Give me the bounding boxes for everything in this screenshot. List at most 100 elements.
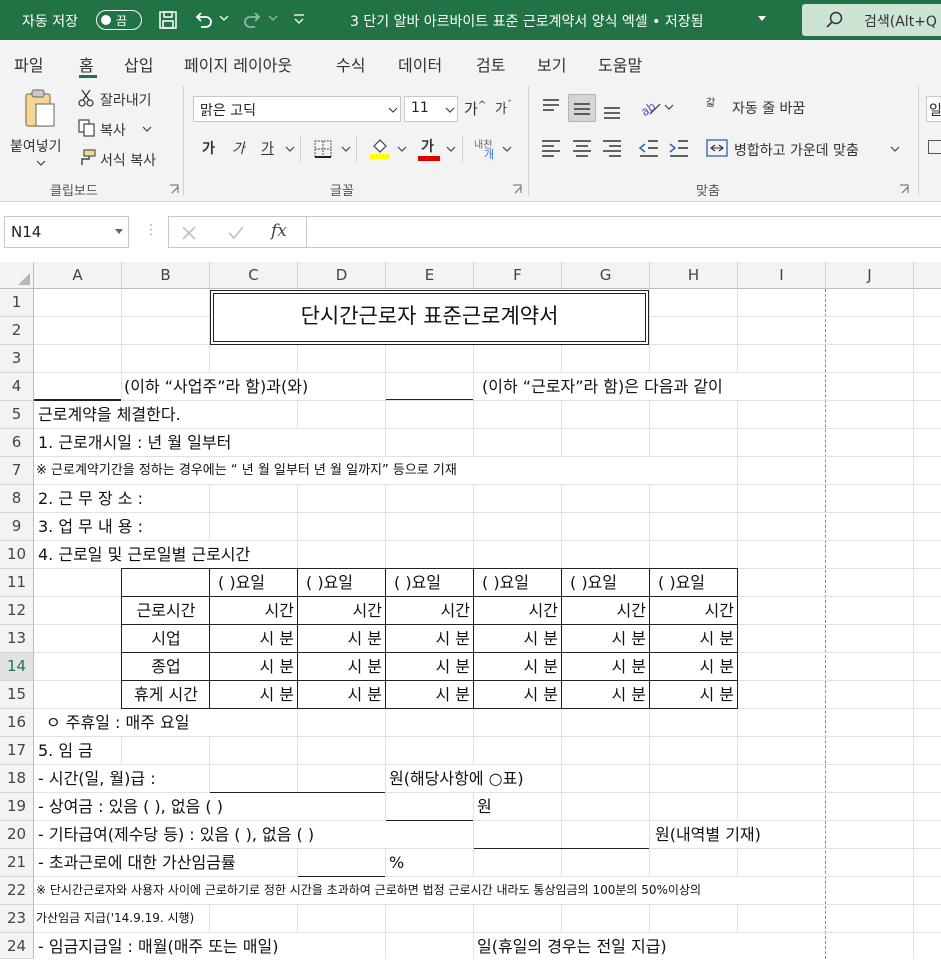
- column-header-k[interactable]: [914, 262, 941, 289]
- borders-dropdown-icon[interactable]: [341, 146, 351, 154]
- column-header-a[interactable]: A: [34, 262, 122, 289]
- redo-icon[interactable]: [242, 9, 264, 31]
- tab-data[interactable]: 데이터: [398, 52, 442, 76]
- tab-help[interactable]: 도움말: [598, 52, 642, 76]
- select-all-corner[interactable]: [0, 262, 34, 289]
- column-header-j[interactable]: J: [826, 262, 914, 289]
- orientation-icon[interactable]: ab: [638, 96, 664, 118]
- number-format-select[interactable]: 일: [926, 96, 941, 122]
- formula-input[interactable]: [306, 216, 941, 248]
- tab-file[interactable]: 파일: [14, 52, 43, 76]
- customize-toolbar-icon[interactable]: [292, 12, 306, 26]
- tab-home[interactable]: 홈: [79, 52, 94, 76]
- table-border: [737, 568, 738, 709]
- row-header-9[interactable]: 9: [0, 513, 34, 541]
- row-header-13[interactable]: 13: [0, 625, 34, 653]
- row-header-20[interactable]: 20: [0, 821, 34, 849]
- row-header-12[interactable]: 12: [0, 597, 34, 625]
- row-header-19[interactable]: 19: [0, 793, 34, 821]
- copy-button[interactable]: 복사: [76, 118, 176, 140]
- row-header-11[interactable]: 11: [0, 569, 34, 597]
- autosave-toggle[interactable]: 끔: [96, 10, 142, 30]
- font-color-dropdown-icon[interactable]: [446, 146, 456, 154]
- row-header-3[interactable]: 3: [0, 345, 34, 373]
- payday-line: - 임금지급일 : 매월(매주 또는 매일): [38, 937, 279, 956]
- increase-indent-icon[interactable]: [668, 138, 690, 158]
- row-header-6[interactable]: 6: [0, 429, 34, 457]
- align-launcher-icon[interactable]: [899, 184, 909, 194]
- tab-formulas[interactable]: 수식: [336, 52, 365, 76]
- tab-review[interactable]: 검토: [476, 52, 505, 76]
- undo-icon[interactable]: [192, 9, 214, 31]
- insert-function-icon[interactable]: fx: [271, 221, 287, 241]
- row-header-15[interactable]: 15: [0, 681, 34, 709]
- column-header-f[interactable]: F: [474, 262, 562, 289]
- row-header-8[interactable]: 8: [0, 485, 34, 513]
- row-header-14[interactable]: 14: [0, 653, 34, 681]
- column-header-b[interactable]: B: [122, 262, 210, 289]
- number-format-icon[interactable]: [928, 140, 941, 154]
- decrease-font-icon[interactable]: 가ˇ: [495, 98, 512, 117]
- column-header-d[interactable]: D: [298, 262, 386, 289]
- column-header-e[interactable]: E: [386, 262, 474, 289]
- name-box[interactable]: N14: [4, 216, 129, 248]
- borders-icon[interactable]: [313, 139, 333, 159]
- font-name-select[interactable]: 맑은 고딕: [193, 96, 401, 122]
- enter-check-icon[interactable]: [227, 225, 245, 241]
- title-dropdown-icon[interactable]: [757, 15, 767, 23]
- paste-button[interactable]: 붙여넣기: [6, 86, 72, 172]
- row-header-1[interactable]: 1: [0, 289, 34, 317]
- align-top-icon[interactable]: [540, 97, 562, 117]
- column-header-h[interactable]: H: [650, 262, 738, 289]
- row-header-23[interactable]: 23: [0, 905, 34, 933]
- save-icon[interactable]: [158, 10, 178, 30]
- decrease-indent-icon[interactable]: [638, 138, 660, 158]
- row-header-2[interactable]: 2: [0, 317, 34, 345]
- row-header-24[interactable]: 24: [0, 933, 34, 959]
- font-size-select[interactable]: 11: [404, 96, 458, 122]
- hourly-wage-label: - 시간(일, 월)급 :: [38, 769, 156, 788]
- underline-button[interactable]: 가: [261, 138, 274, 158]
- row-header-4[interactable]: 4: [0, 373, 34, 401]
- italic-button[interactable]: 가: [232, 138, 245, 158]
- column-header-g[interactable]: G: [562, 262, 650, 289]
- row-header-17[interactable]: 17: [0, 737, 34, 765]
- row-header-21[interactable]: 21: [0, 849, 34, 877]
- redo-dropdown-icon[interactable]: [268, 15, 278, 23]
- font-color-button[interactable]: 가: [418, 136, 440, 162]
- row-header-5[interactable]: 5: [0, 401, 34, 429]
- align-right-icon[interactable]: [601, 138, 623, 158]
- row-header-7[interactable]: 7: [0, 457, 34, 485]
- fill-color-dropdown-icon[interactable]: [397, 146, 407, 154]
- align-middle-button[interactable]: [568, 94, 596, 122]
- tab-view[interactable]: 보기: [537, 52, 566, 76]
- phonetic-dropdown-icon[interactable]: [502, 146, 512, 154]
- row-header-18[interactable]: 18: [0, 765, 34, 793]
- undo-dropdown-icon[interactable]: [219, 15, 229, 23]
- search-box[interactable]: 검색(Alt+Q: [802, 4, 941, 36]
- tab-insert[interactable]: 삽입: [124, 52, 153, 76]
- column-header-i[interactable]: I: [738, 262, 826, 289]
- row-header-22[interactable]: 22: [0, 877, 34, 905]
- clipboard-launcher-icon[interactable]: [169, 184, 179, 194]
- orientation-dropdown-icon[interactable]: [664, 104, 674, 112]
- font-launcher-icon[interactable]: [512, 184, 522, 194]
- tab-page-layout[interactable]: 페이지 레이아웃: [184, 52, 292, 76]
- format-painter-button[interactable]: 서식 복사: [76, 148, 176, 170]
- fill-color-icon[interactable]: [369, 136, 391, 160]
- wrap-text-button[interactable]: 갋 자동 줄 바꿈: [706, 94, 826, 120]
- job-description-line: 3. 업 무 내 용 :: [38, 517, 143, 536]
- merge-center-button[interactable]: 병합하고 가운데 맞춤: [706, 136, 906, 162]
- align-bottom-icon[interactable]: [601, 100, 623, 120]
- cut-button[interactable]: 잘라내기: [76, 88, 176, 110]
- increase-font-icon[interactable]: 가^: [464, 98, 486, 119]
- bold-button[interactable]: 가: [202, 138, 215, 158]
- other-pay-line: - 기타급여(제수당 등) : 있음 ( ), 없음 ( ): [38, 825, 315, 844]
- cancel-icon[interactable]: [181, 225, 197, 241]
- column-header-c[interactable]: C: [210, 262, 298, 289]
- row-header-10[interactable]: 10: [0, 541, 34, 569]
- align-center-icon[interactable]: [571, 138, 593, 158]
- row-header-16[interactable]: 16: [0, 709, 34, 737]
- align-left-icon[interactable]: [540, 138, 562, 158]
- underline-dropdown-icon[interactable]: [285, 146, 295, 154]
